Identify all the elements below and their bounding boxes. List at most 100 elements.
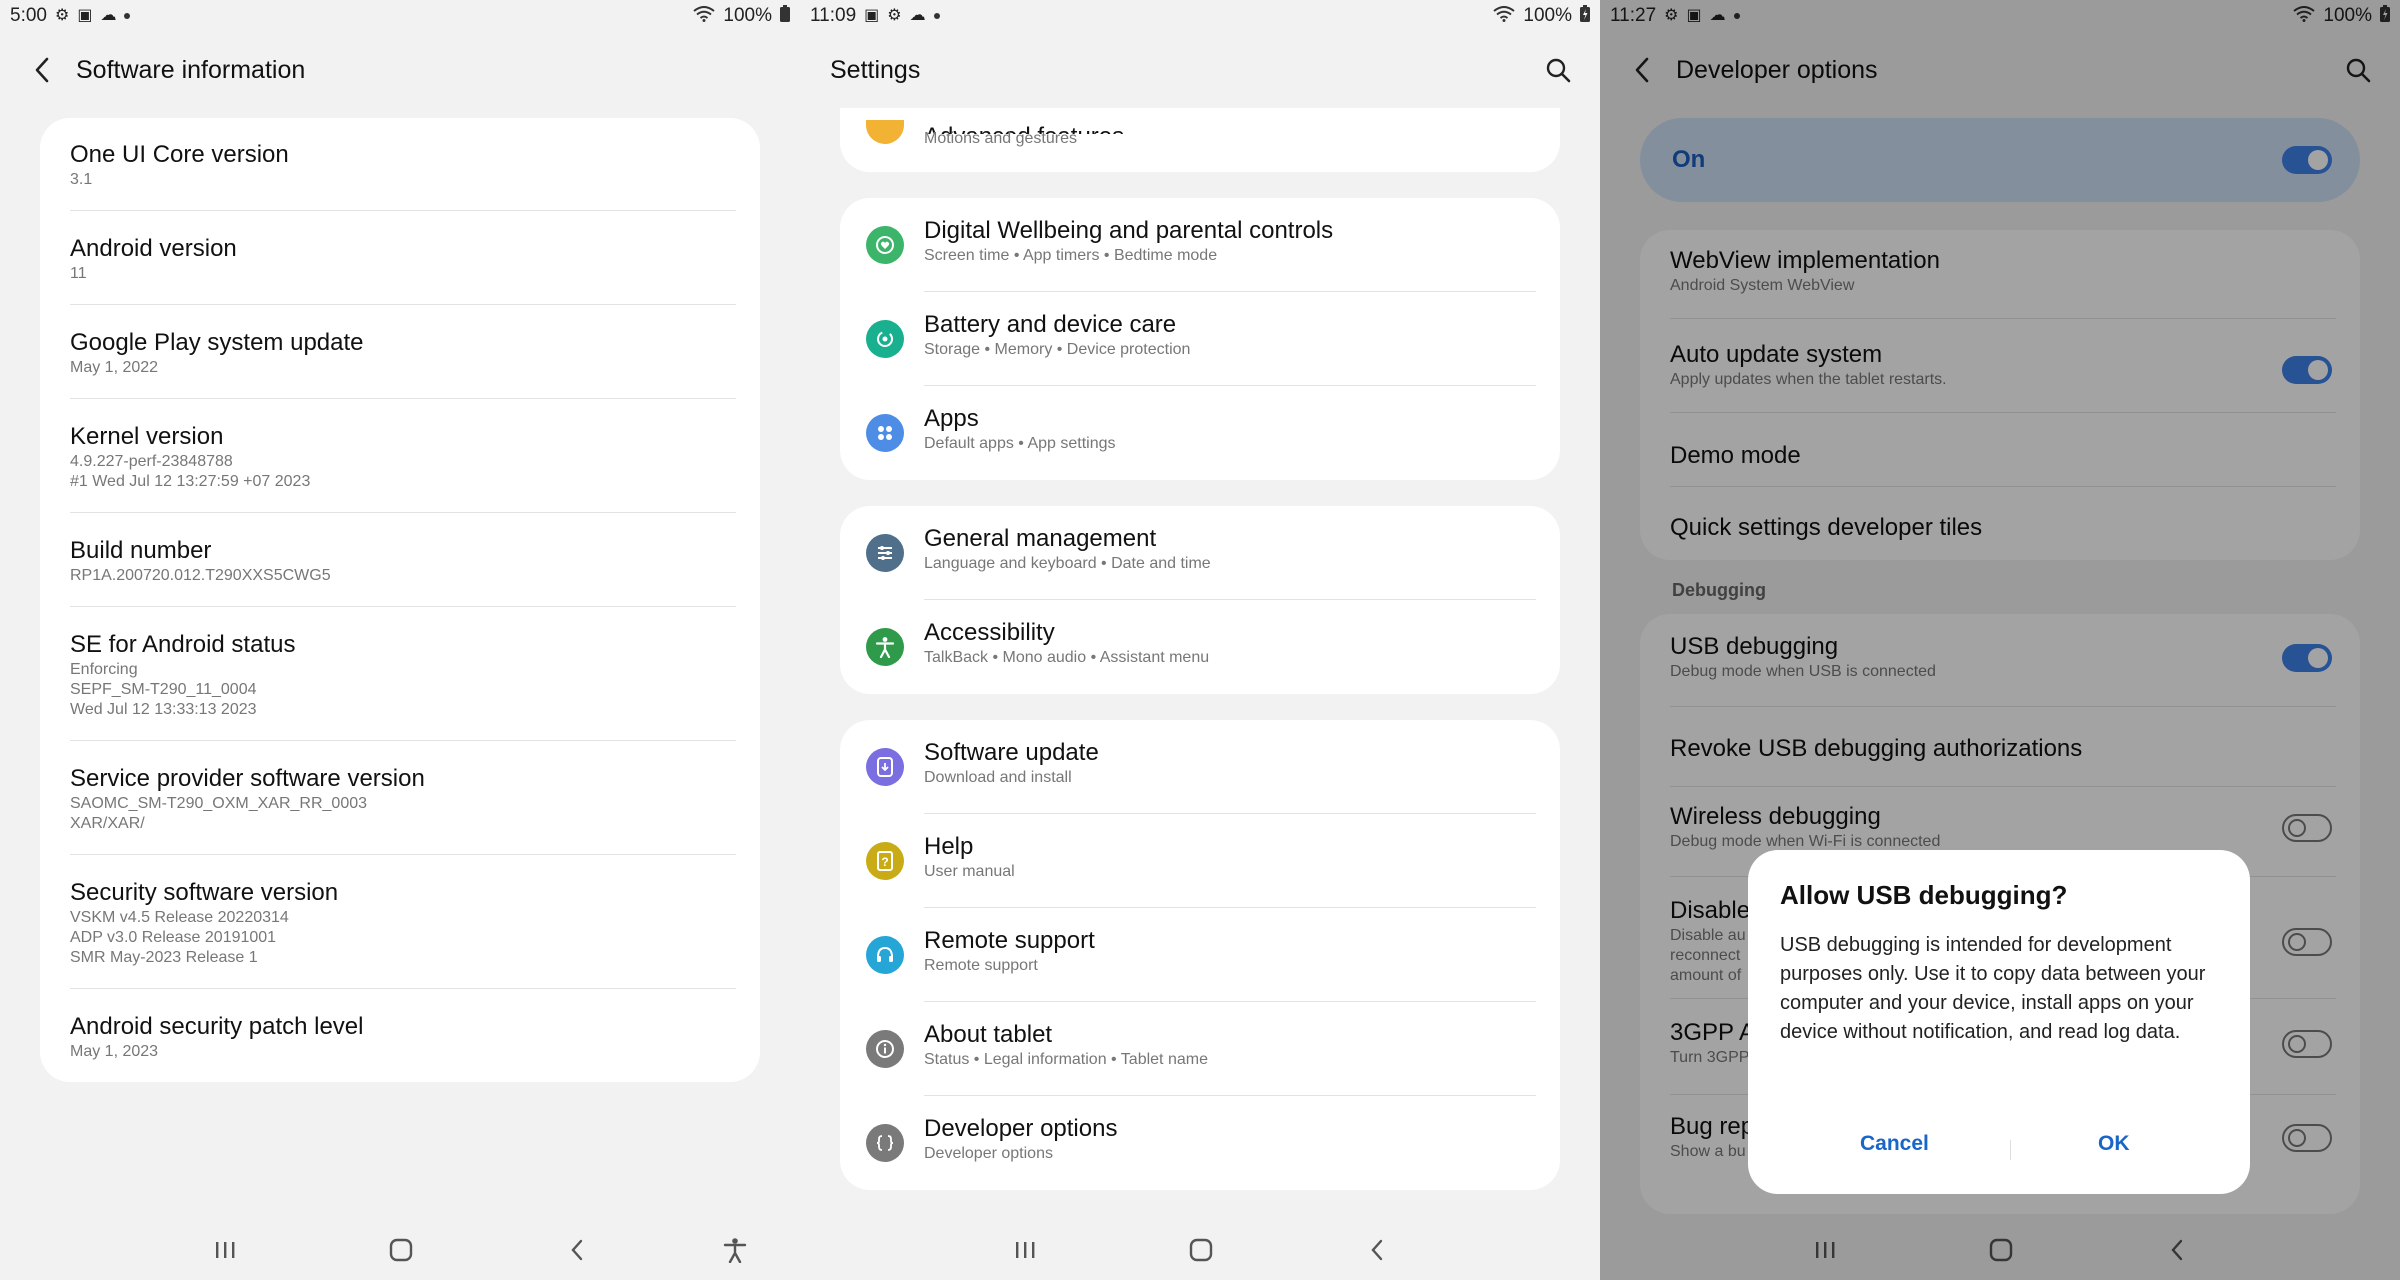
status-bar: 5:00 ⚙ ▣ ☁ 100% <box>0 0 800 32</box>
back-button[interactable] <box>1620 48 1664 92</box>
settings-item-developer-options[interactable]: Developer options Developer options <box>840 1096 1560 1190</box>
wifi-icon <box>693 6 716 26</box>
dev-item-title: Auto update system <box>1670 341 1883 368</box>
recents-button[interactable] <box>1800 1230 1850 1270</box>
accessibility-icon <box>723 1238 747 1263</box>
settings-item-title: Help <box>924 833 974 860</box>
recents-button[interactable] <box>1000 1230 1050 1270</box>
info-title: SE for Android status <box>70 631 296 658</box>
dev-item-quick-settings-tiles[interactable]: Quick settings developer tiles <box>1640 506 2360 550</box>
back-button[interactable] <box>20 48 64 92</box>
home-button[interactable] <box>1176 1230 1226 1270</box>
device-care-icon <box>866 320 904 358</box>
info-value: 3.1 <box>70 171 93 188</box>
settings-item-title: Developer options <box>924 1115 1118 1142</box>
ok-button[interactable]: OK <box>2098 1132 2130 1156</box>
info-title: Build number <box>70 537 212 564</box>
home-button[interactable] <box>1976 1230 2026 1270</box>
cancel-button[interactable]: Cancel <box>1860 1132 1929 1156</box>
settings-item-title: Battery and device care <box>924 311 1177 338</box>
page-title: Settings <box>830 55 921 84</box>
settings-item-battery-device-care[interactable]: Battery and device care Storage • Memory… <box>840 292 1560 386</box>
info-value: May 1, 2022 <box>70 359 159 376</box>
software-info-card: One UI Core version 3.1 Android version … <box>40 118 760 1082</box>
divider <box>70 988 736 989</box>
developer-options-icon <box>866 1124 904 1162</box>
usb-debugging-toggle[interactable] <box>2282 644 2332 672</box>
settings-item-apps[interactable]: Apps Default apps • App settings <box>840 386 1560 480</box>
settings-item-about-tablet[interactable]: About tablet Status • Legal information … <box>840 1002 1560 1096</box>
info-row-one-ui[interactable]: One UI Core version 3.1 <box>40 140 760 190</box>
master-switch-label: On <box>1672 146 1706 173</box>
info-value: May 1, 2023 <box>70 1043 159 1060</box>
dev-item-title: Demo mode <box>1670 442 1801 469</box>
nav-back-button[interactable] <box>1352 1230 1402 1270</box>
settings-card-advanced-bottom: Advanced features Motions and gestures <box>840 108 1560 172</box>
home-button[interactable] <box>376 1230 426 1270</box>
settings-item-help[interactable]: ? Help User manual <box>840 814 1560 908</box>
info-row-android-version[interactable]: Android version 11 <box>40 234 760 284</box>
dev-item-auto-update[interactable]: Auto update system Apply updates when th… <box>1640 340 2270 390</box>
cloud-icon: ☁ <box>1709 7 1726 24</box>
developer-options-toggle[interactable] <box>2282 146 2332 174</box>
wifi-icon <box>2293 6 2316 26</box>
settings-item-digital-wellbeing[interactable]: Digital Wellbeing and parental controls … <box>840 198 1560 292</box>
info-row-security-patch[interactable]: Android security patch level May 1, 2023 <box>40 1012 760 1062</box>
recents-icon <box>1816 1242 1835 1258</box>
settings-screen: 11:09 ▣ ⚙ ☁ 100% Settings Advanced featu… <box>800 0 1600 1280</box>
settings-item-accessibility[interactable]: Accessibility TalkBack • Mono audio • As… <box>840 600 1560 694</box>
dev-item-title: WebView implementation <box>1670 247 1940 274</box>
navigation-bar <box>1600 1220 2400 1280</box>
remote-support-icon <box>866 936 904 974</box>
3gpp-toggle[interactable] <box>2282 1030 2332 1058</box>
dev-item-usb-debugging[interactable]: USB debugging Debug mode when USB is con… <box>1640 632 2270 682</box>
notification-dot-icon <box>124 13 131 19</box>
info-icon <box>866 1030 904 1068</box>
info-row-build-number[interactable]: Build number RP1A.200720.012.T290XXS5CWG… <box>40 536 760 586</box>
settings-item-software-update[interactable]: Software update Download and install <box>840 720 1560 814</box>
dev-item-revoke-usb[interactable]: Revoke USB debugging authorizations <box>1640 726 2360 772</box>
info-row-kernel-version[interactable]: Kernel version 4.9.227-perf-23848788 #1 … <box>40 422 760 492</box>
svg-text:?: ? <box>881 855 888 869</box>
search-button[interactable] <box>2338 50 2378 90</box>
settings-item-general-management[interactable]: General management Language and keyboard… <box>840 506 1560 600</box>
divider <box>1670 786 2336 787</box>
info-value: #1 Wed Jul 12 13:27:59 +07 2023 <box>70 473 311 490</box>
accessibility-icon <box>866 628 904 666</box>
settings-item-subtitle: TalkBack • Mono audio • Assistant menu <box>924 649 1210 666</box>
recents-button[interactable] <box>200 1230 250 1270</box>
search-button[interactable] <box>1538 50 1578 90</box>
info-row-security-software[interactable]: Security software version VSKM v4.5 Rele… <box>40 878 760 968</box>
info-row-se-android-status[interactable]: SE for Android status Enforcing SEPF_SM-… <box>40 630 760 720</box>
nav-back-icon <box>2171 1239 2183 1261</box>
dev-item-title: USB debugging <box>1670 633 1839 660</box>
settings-group-1: Digital Wellbeing and parental controls … <box>840 198 1560 480</box>
master-switch-bar[interactable]: On <box>1640 118 2360 202</box>
settings-item-remote-support[interactable]: Remote support Remote support <box>840 908 1560 1002</box>
nav-back-button[interactable] <box>2152 1230 2202 1270</box>
dev-item-demo-mode[interactable]: Demo mode <box>1640 434 2360 478</box>
info-value: VSKM v4.5 Release 20220314 <box>70 909 289 926</box>
settings-item-subtitle: Screen time • App timers • Bedtime mode <box>924 247 1218 264</box>
info-value: RP1A.200720.012.T290XXS5CWG5 <box>70 567 331 584</box>
dev-item-wireless-debugging[interactable]: Wireless debugging Debug mode when Wi-Fi… <box>1640 802 2270 852</box>
wireless-debugging-toggle[interactable] <box>2282 814 2332 842</box>
back-arrow-icon <box>35 57 49 83</box>
back-arrow-icon <box>1635 57 1649 83</box>
accessibility-shortcut-button[interactable] <box>710 1230 760 1270</box>
bug-report-toggle[interactable] <box>2282 1124 2332 1152</box>
disable-toggle[interactable] <box>2282 928 2332 956</box>
dev-item-webview[interactable]: WebView implementation Android System We… <box>1640 246 2360 296</box>
info-title: Google Play system update <box>70 329 364 356</box>
dev-item-subtitle: Android System WebView <box>1670 277 1855 294</box>
settings-item-title: Remote support <box>924 927 1095 954</box>
info-value: SAOMC_SM-T290_OXM_XAR_RR_0003 <box>70 795 368 812</box>
divider <box>70 210 736 211</box>
info-row-service-provider[interactable]: Service provider software version SAOMC_… <box>40 764 760 834</box>
auto-update-toggle[interactable] <box>2282 356 2332 384</box>
settings-item-subtitle: Storage • Memory • Device protection <box>924 341 1191 358</box>
section-header-debugging: Debugging <box>1672 580 1766 600</box>
settings-group-2: General management Language and keyboard… <box>840 506 1560 694</box>
info-row-play-system-update[interactable]: Google Play system update May 1, 2022 <box>40 328 760 378</box>
nav-back-button[interactable] <box>552 1230 602 1270</box>
